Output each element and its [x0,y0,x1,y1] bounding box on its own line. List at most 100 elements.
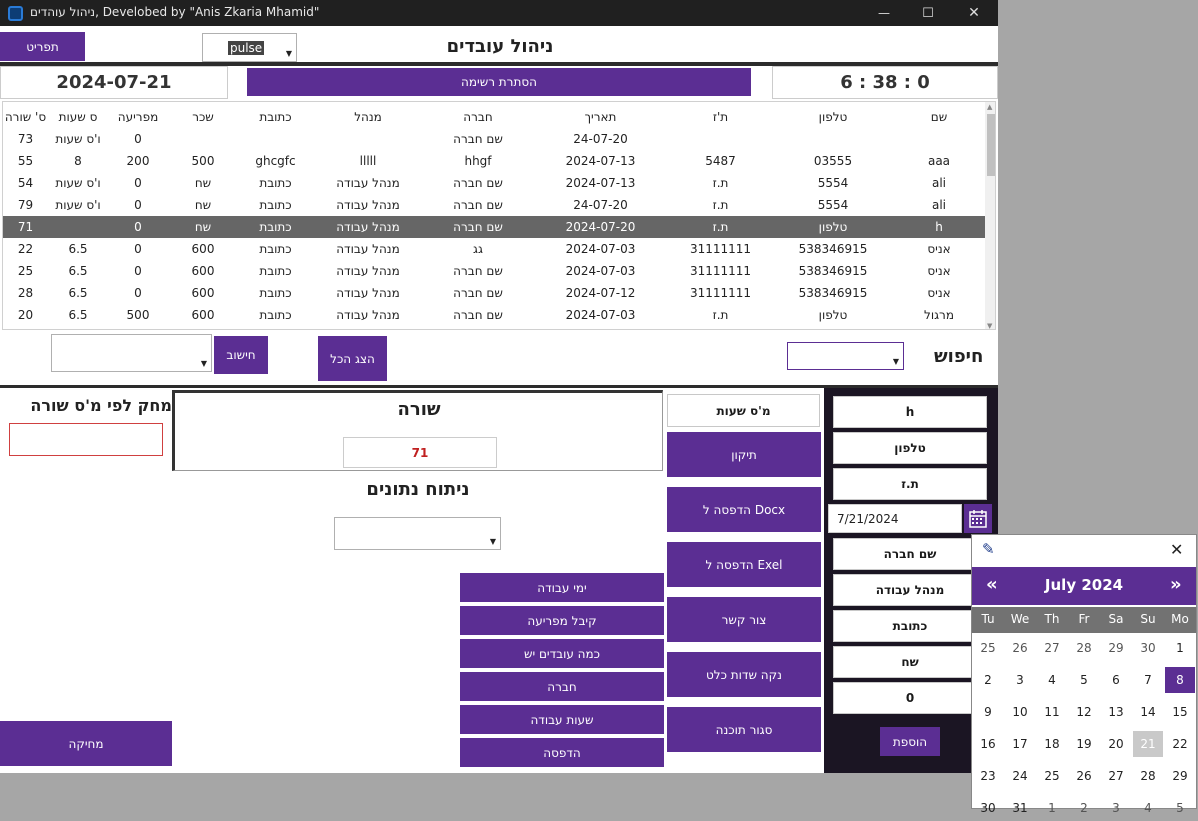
calendar-day[interactable]: 4 [1133,795,1163,821]
advance-field[interactable]: 0 [833,682,987,714]
calendar-day[interactable]: 4 [1037,667,1067,693]
calc-combo[interactable]: ▼ [51,334,212,372]
calendar-day[interactable]: 28 [1133,763,1163,789]
hide-list-button[interactable]: הסתרת רשימה [247,68,751,96]
calendar-day[interactable]: 1 [1037,795,1067,821]
calendar-day[interactable]: 5 [1069,667,1099,693]
calendar-day[interactable]: 3 [1005,667,1035,693]
column-header[interactable]: ס שעות [48,106,108,128]
maximize-button[interactable]: ☐ [908,0,948,26]
calendar-next-button[interactable]: » [1170,574,1182,595]
column-header[interactable]: שם [893,106,985,128]
calendar-day[interactable]: 7 [1133,667,1163,693]
calendar-day[interactable]: 28 [1069,635,1099,661]
calendar-day[interactable]: 11 [1037,699,1067,725]
calendar-day[interactable]: 26 [1005,635,1035,661]
table-row[interactable]: 28 6.5 0 600 כתובת מנהל עבודה שם חברה 2024-07-1… [3,282,985,304]
calendar-day[interactable]: 23 [973,763,1003,789]
column-header[interactable]: מנהל [313,106,423,128]
calendar-day[interactable]: 30 [973,795,1003,821]
column-header[interactable]: טלפון [773,106,893,128]
close-window-button[interactable]: ✕ [952,0,996,26]
calendar-day[interactable]: 1 [1165,635,1195,661]
calendar-day[interactable]: 5 [1165,795,1195,821]
table-row[interactable]: 25 6.5 0 600 כתובת מנהל עבודה שם חברה 2024-07-0… [3,260,985,282]
calendar-day[interactable]: 8 [1165,667,1195,693]
calc-button[interactable]: חישוב [214,336,268,374]
table-row[interactable]: 71 0 שח כתובת מנהל עבודה שם חברה 2024-07-20 ת.ז… [3,216,985,238]
calendar-day[interactable]: 27 [1101,763,1131,789]
calendar-day[interactable]: 3 [1101,795,1131,821]
search-combo[interactable]: ▼ [787,342,904,370]
delete-button[interactable]: מחיקה [0,721,172,766]
column-header[interactable]: כתובת [238,106,313,128]
calendar-day[interactable]: 29 [1165,763,1195,789]
delete-row-input[interactable] [9,423,163,456]
table-row[interactable]: 22 6.5 0 600 כתובת מנהל עבודה גג 2024-07-03 3111… [3,238,985,260]
calendar-day[interactable]: 21 [1133,731,1163,757]
calendar-day[interactable]: 14 [1133,699,1163,725]
table-scrollbar[interactable]: ▲ ▼ [985,102,995,329]
calendar-day[interactable]: 10 [1005,699,1035,725]
calendar-day[interactable]: 27 [1037,635,1067,661]
date-field[interactable]: 7/21/2024 [828,504,962,533]
table-row[interactable]: 73 ו'ס שעות 0 שם חברה 24-07-20 [3,128,985,150]
fix-button[interactable]: תיקון [667,432,821,477]
clear-fields-button[interactable]: נקה שדות כלט [667,652,821,697]
analysis-print-button[interactable]: הדפסה [460,738,664,767]
scroll-thumb[interactable] [987,114,995,176]
calendar-day[interactable]: 18 [1037,731,1067,757]
hours-field[interactable]: מ'ס שעות [667,394,820,427]
name-field[interactable]: h [833,396,987,428]
calendar-day[interactable]: 25 [973,635,1003,661]
column-header[interactable]: ת'ז [668,106,773,128]
column-header[interactable]: ס' שורה [3,106,48,128]
calendar-button[interactable] [964,504,992,533]
analysis-work-hours-button[interactable]: שעות עבודה [460,705,664,734]
calendar-day[interactable]: 31 [1005,795,1035,821]
address-field[interactable]: כתובת [833,610,987,642]
phone-field[interactable]: טלפון [833,432,987,464]
minimize-button[interactable]: — [864,0,904,26]
row-number-input[interactable]: 71 [343,437,497,468]
table-row[interactable]: 20 6.5 500 600 כתובת מנהל עבודה שם חברה 2024-07… [3,304,985,326]
analysis-company-button[interactable]: חברה [460,672,664,701]
manager-field[interactable]: מנהל עבודה [833,574,987,606]
calendar-day[interactable]: 9 [973,699,1003,725]
calendar-day[interactable]: 15 [1165,699,1195,725]
calendar-day[interactable]: 2 [973,667,1003,693]
table-row[interactable]: 55 8 200 500 ghcgfc lllll hhgf 2024-07-13 5487 03… [3,150,985,172]
print-excel-button[interactable]: הדפסה ל Exel [667,542,821,587]
column-header[interactable]: שכר [168,106,238,128]
column-header[interactable]: תאריך [533,106,668,128]
calendar-day[interactable]: 6 [1101,667,1131,693]
calendar-day[interactable]: 13 [1101,699,1131,725]
theme-combo[interactable]: pulse ▼ [202,33,297,62]
calendar-close-button[interactable]: ✕ [1170,540,1183,559]
calendar-day[interactable]: 26 [1069,763,1099,789]
table-row[interactable]: 79 ו'ס שעות 0 שח כתובת מנהל עבודה שם חברה 24-07… [3,194,985,216]
calendar-day[interactable]: 12 [1069,699,1099,725]
calendar-day[interactable]: 25 [1037,763,1067,789]
analysis-work-days-button[interactable]: ימי עבודה [460,573,664,602]
calendar-day[interactable]: 17 [1005,731,1035,757]
menu-button[interactable]: תפריט [0,32,85,61]
company-field[interactable]: שם חברה [833,538,987,570]
calendar-day[interactable]: 29 [1101,635,1131,661]
add-button[interactable]: הוספת [880,727,940,756]
print-docx-button[interactable]: הדפסה ל Docx [667,487,821,532]
analysis-combo[interactable]: ▼ [334,517,501,550]
salary-field[interactable]: שח [833,646,987,678]
calendar-day[interactable]: 20 [1101,731,1131,757]
analysis-employee-count-button[interactable]: כמה עובדים יש [460,639,664,668]
calendar-day[interactable]: 30 [1133,635,1163,661]
show-all-button[interactable]: הצג הכל [318,336,387,381]
calendar-day[interactable]: 24 [1005,763,1035,789]
calendar-day[interactable]: 19 [1069,731,1099,757]
table-row[interactable]: 54 ו'ס שעות 0 שח כתובת מנהל עבודה שם חברה 2024-… [3,172,985,194]
calendar-day[interactable]: 22 [1165,731,1195,757]
contact-button[interactable]: צור קשר [667,597,821,642]
scroll-down-icon[interactable]: ▼ [987,322,992,329]
calendar-day[interactable]: 2 [1069,795,1099,821]
scroll-up-icon[interactable]: ▲ [987,103,992,111]
